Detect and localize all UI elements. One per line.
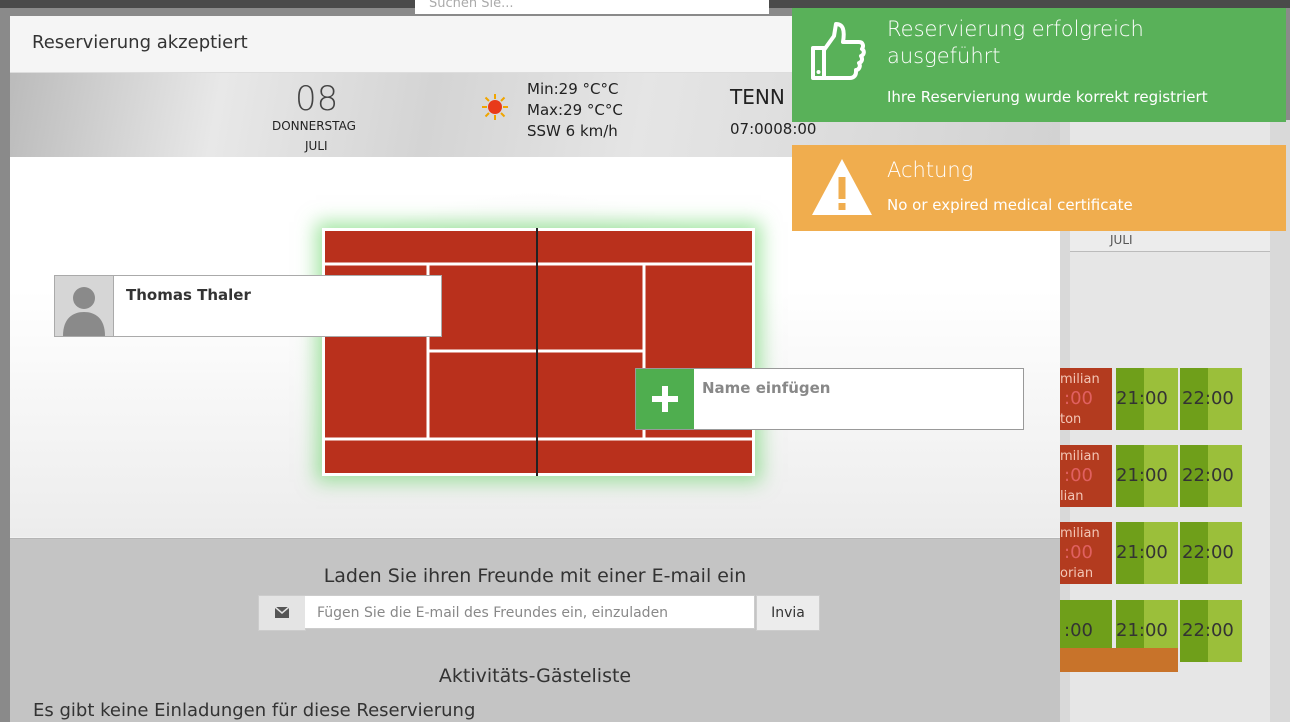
friend-email-input[interactable]: Fügen Sie die E-mail des Freundes ein, e… (305, 595, 755, 629)
success-toast[interactable]: Reservierung erfolgreich ausgeführt Ihre… (792, 8, 1286, 122)
weather-info: Min:29 °C°C Max:29 °C°C SSW 6 km/h (527, 79, 623, 142)
user-silhouette-icon (63, 287, 105, 336)
avatar (55, 276, 114, 336)
time-slot[interactable]: 22:00 (1182, 522, 1242, 584)
sun-icon (482, 94, 508, 120)
player-card[interactable]: Thomas Thaler (54, 275, 442, 337)
reservation-time: 07:0008:00 (730, 120, 817, 138)
time-slot[interactable]: 21:00 (1116, 522, 1178, 584)
reserved-slot[interactable]: milian :00 lian (1060, 445, 1112, 507)
date-month: JULI (305, 139, 328, 153)
add-player-field[interactable]: Name einfügen (635, 368, 1024, 430)
background-slot-row: milian :00 lian 21:00 22:00 (1060, 445, 1246, 507)
player-name: Thomas Thaler (126, 286, 251, 304)
reserved-slot[interactable]: milian :00 ton (1060, 368, 1112, 430)
plus-icon (652, 386, 678, 412)
invite-title: Laden Sie ihren Freunde mit einer E-mail… (323, 565, 747, 587)
sport-name: TENN (730, 85, 785, 109)
time-slot[interactable]: 21:00 (1116, 445, 1178, 507)
envelope-icon (258, 595, 306, 631)
time-slot[interactable]: 22:00 (1182, 600, 1242, 662)
tennis-court (322, 228, 755, 476)
warning-triangle-icon (812, 159, 872, 215)
success-toast-heading: Reservierung erfolgreich ausgeführt (887, 17, 1144, 68)
send-invite-button[interactable]: Invia (756, 595, 820, 631)
time-slot[interactable]: 22:00 (1182, 368, 1242, 430)
court-lines (322, 228, 755, 476)
slot-progress-bar (1060, 648, 1178, 672)
weather-wind: SSW 6 km/h (527, 122, 618, 140)
add-player-button[interactable] (636, 369, 694, 429)
invite-email-group: Fügen Sie die E-mail des Freundes ein, e… (258, 595, 820, 631)
background-slot-row: milian :00 ton 21:00 22:00 (1060, 368, 1246, 430)
background-month-label: JULI (1110, 233, 1133, 247)
background-slot-row: :00 21:00 22:00 (1060, 600, 1246, 672)
reserved-slot[interactable]: milian :00 orian (1060, 522, 1112, 584)
warning-toast-heading: Achtung (887, 158, 974, 182)
weather-max: Max:29 °C°C (527, 101, 623, 119)
time-slot[interactable]: 22:00 (1182, 445, 1242, 507)
guest-list-title: Aktivitäts-Gästeliste (438, 665, 632, 687)
modal-title: Reservierung akzeptiert (32, 32, 248, 53)
date-weekday: DONNERSTAG (272, 119, 356, 133)
background-search-input[interactable]: Suchen Sie... (415, 0, 769, 14)
invite-section: Laden Sie ihren Freunde mit einer E-mail… (10, 538, 1060, 722)
thumbs-up-icon (811, 22, 866, 80)
warning-toast[interactable]: Achtung No or expired medical certificat… (792, 145, 1286, 231)
guest-list-empty-text: Es gibt keine Einladungen für diese Rese… (33, 700, 476, 721)
time-slot[interactable]: 21:00 (1116, 368, 1178, 430)
warning-toast-message: No or expired medical certificate (887, 196, 1133, 214)
date-day: 08 (295, 79, 339, 119)
background-slot-row: milian :00 orian 21:00 22:00 (1060, 522, 1246, 584)
success-toast-message: Ihre Reservierung wurde korrekt registri… (887, 88, 1208, 106)
background-month-header: JULI (1070, 228, 1270, 252)
weather-min: Min:29 °C°C (527, 80, 619, 98)
add-player-placeholder: Name einfügen (702, 379, 831, 397)
